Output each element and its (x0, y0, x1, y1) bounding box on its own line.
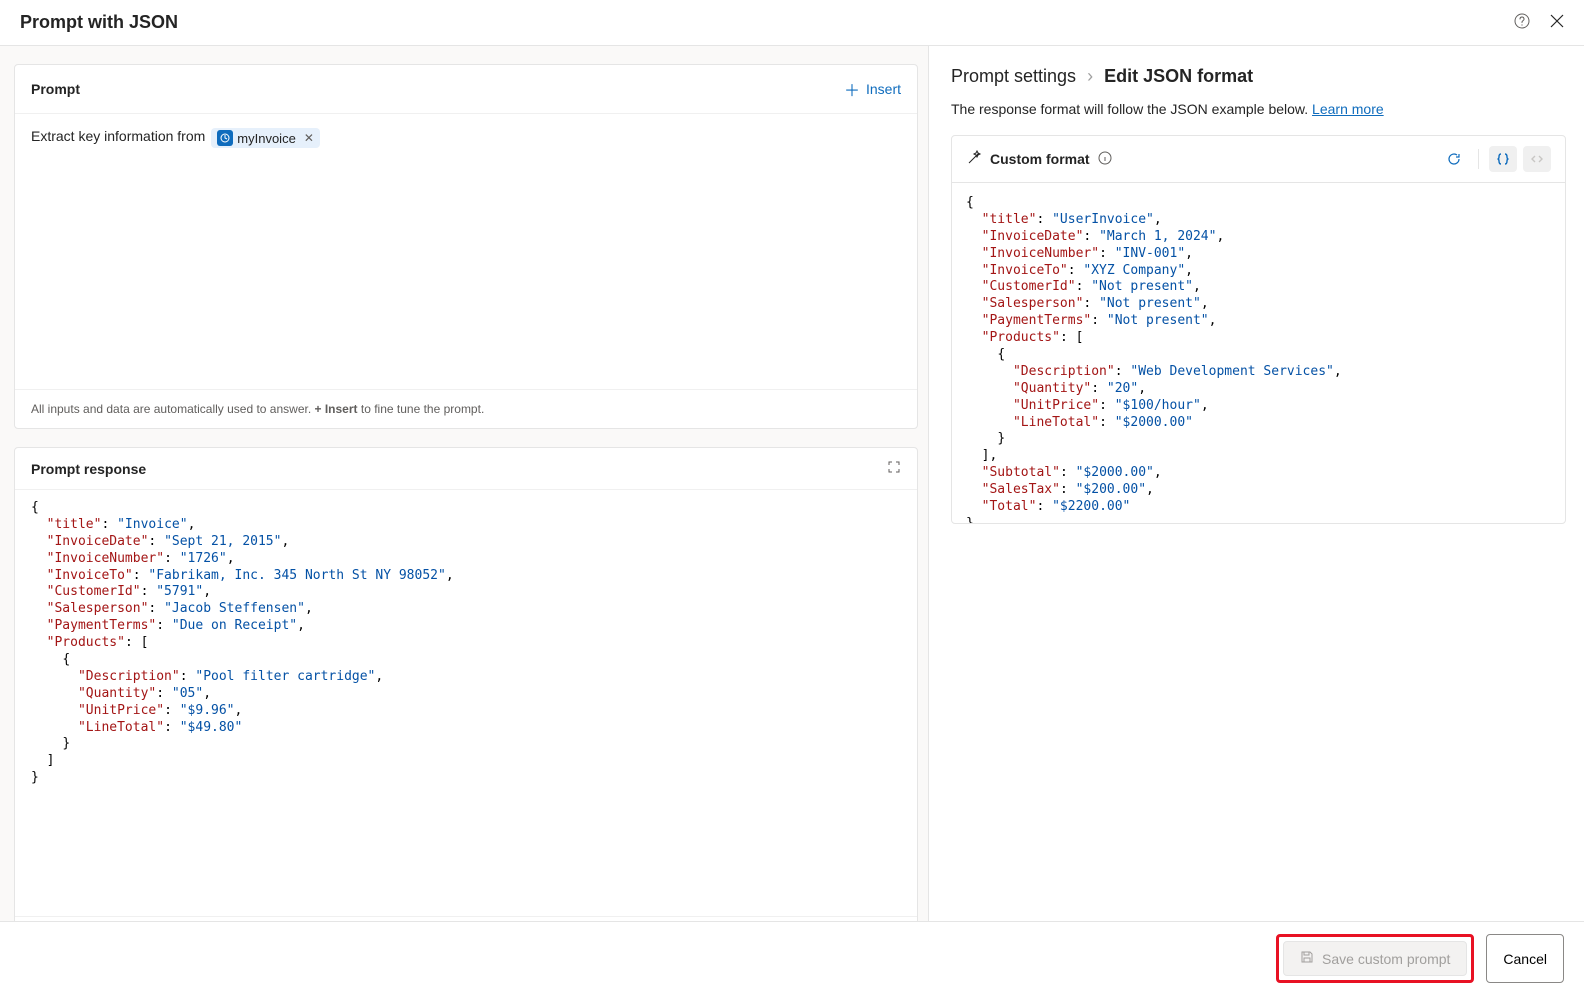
response-card-title: Prompt response (31, 461, 146, 477)
reset-icon[interactable] (1440, 146, 1468, 172)
breadcrumb-root[interactable]: Prompt settings (951, 66, 1076, 86)
save-custom-prompt-button[interactable]: Save custom prompt (1283, 941, 1467, 976)
expand-icon[interactable] (887, 460, 901, 477)
input-chip[interactable]: myInvoice ✕ (211, 128, 320, 148)
info-icon[interactable] (1098, 151, 1112, 168)
wand-icon (966, 150, 982, 169)
code-view-button[interactable] (1523, 146, 1551, 172)
json-view-button[interactable] (1489, 146, 1517, 172)
prompt-card-title: Prompt (31, 81, 80, 97)
format-title: Custom format (990, 151, 1090, 167)
close-icon[interactable] (1550, 14, 1564, 31)
insert-button[interactable]: ＋ Insert (844, 77, 901, 101)
format-json-body[interactable]: { "title": "UserInvoice", "InvoiceDate":… (952, 183, 1565, 523)
helper-text: The response format will follow the JSON… (951, 101, 1566, 117)
breadcrumb-current: Edit JSON format (1104, 66, 1253, 86)
learn-more-link[interactable]: Learn more (1312, 101, 1384, 117)
plus-icon: ＋ (844, 77, 860, 101)
prompt-input[interactable]: Extract key information from myInvoice ✕ (15, 114, 917, 389)
response-card: Prompt response { "title": "Invoice", "I… (14, 447, 918, 983)
breadcrumb: Prompt settings › Edit JSON format (951, 66, 1566, 87)
save-icon (1300, 950, 1314, 967)
cancel-button[interactable]: Cancel (1486, 934, 1564, 983)
custom-format-card: Custom format (951, 135, 1566, 524)
prompt-text: Extract key information from (31, 128, 205, 144)
prompt-card: Prompt ＋ Insert Extract key information … (14, 64, 918, 429)
prompt-footer-text: All inputs and data are automatically us… (15, 389, 917, 428)
response-json-body[interactable]: { "title": "Invoice", "InvoiceDate": "Se… (15, 490, 917, 916)
chip-icon (217, 130, 233, 146)
chip-close-icon[interactable]: ✕ (304, 131, 314, 145)
page-title: Prompt with JSON (20, 12, 178, 33)
help-icon[interactable] (1514, 13, 1530, 32)
